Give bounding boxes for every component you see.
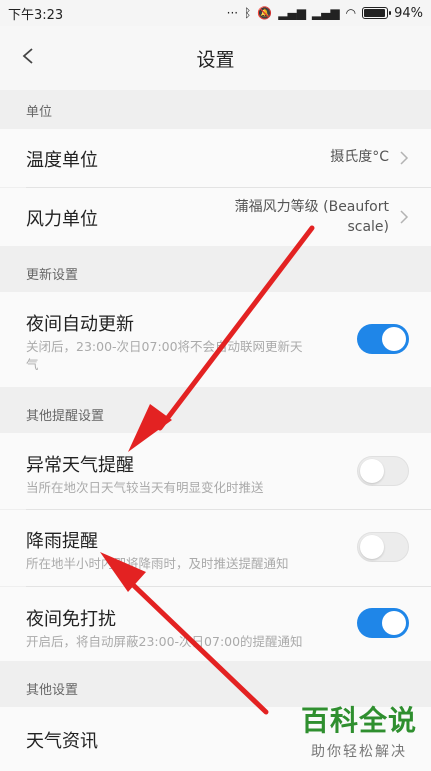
temperature-unit-value: 摄氏度°C bbox=[330, 149, 389, 165]
row-title: 天气资讯 bbox=[26, 731, 98, 752]
signal-1-icon: ▂▄▆ bbox=[278, 6, 306, 20]
rain-alert-toggle[interactable] bbox=[357, 532, 409, 562]
battery-icon bbox=[362, 7, 392, 19]
row-description: 开启后，将自动屏蔽23:00-次日07:00的提醒通知 bbox=[26, 634, 303, 649]
chevron-left-icon bbox=[22, 48, 33, 64]
page-title: 设置 bbox=[196, 48, 235, 71]
signal-2-icon: ▂▄▆ bbox=[311, 6, 340, 20]
row-rain-alert[interactable]: 降雨提醒 所在地半小时内即将降雨时，及时推送提醒通知 bbox=[0, 510, 431, 586]
toggle-knob bbox=[382, 611, 406, 635]
wind-unit-value-line2: scale) bbox=[347, 219, 389, 235]
row-wind-unit[interactable]: 风力单位 蒲福风力等级 (Beaufort scale) bbox=[0, 188, 431, 246]
row-description: 当所在地次日天气较当天有明显变化时推送 bbox=[26, 480, 264, 495]
status-time: 下午3:23 bbox=[8, 7, 64, 23]
signal-dots-icon: ··· bbox=[226, 6, 239, 20]
chevron-right-icon bbox=[400, 151, 409, 165]
row-description-line2: 气 bbox=[26, 357, 39, 372]
row-description: 关闭后，23:00-次日07:00将不会自动联网更新天 气 bbox=[26, 338, 356, 374]
mute-bell-icon: 🔕 bbox=[257, 6, 273, 20]
watermark-main: 百科全说 bbox=[300, 704, 417, 737]
night-dnd-toggle[interactable] bbox=[357, 608, 409, 638]
row-title: 风力单位 bbox=[26, 209, 98, 230]
night-update-toggle[interactable] bbox=[357, 324, 409, 354]
row-title: 夜间自动更新 bbox=[26, 314, 134, 335]
battery-text: 94% bbox=[394, 5, 423, 21]
wind-unit-value: 蒲福风力等级 (Beaufort scale) bbox=[235, 197, 389, 237]
row-description-line1: 关闭后，23:00-次日07:00将不会自动联网更新天 bbox=[26, 339, 303, 354]
row-title: 异常天气提醒 bbox=[26, 455, 134, 476]
chevron-right-icon bbox=[400, 210, 409, 224]
row-title: 温度单位 bbox=[26, 150, 98, 171]
row-night-auto-update[interactable]: 夜间自动更新 关闭后，23:00-次日07:00将不会自动联网更新天 气 bbox=[0, 292, 431, 387]
toggle-knob bbox=[382, 327, 406, 351]
watermark-sub: 助你轻松解决 bbox=[310, 744, 407, 760]
row-temperature-unit[interactable]: 温度单位 摄氏度°C bbox=[0, 129, 431, 187]
section-header-update: 更新设置 bbox=[0, 254, 431, 292]
abnormal-weather-toggle[interactable] bbox=[357, 456, 409, 486]
wind-unit-value-line1: 蒲福风力等级 (Beaufort bbox=[234, 199, 389, 215]
bluetooth-icon: ᛒ bbox=[244, 6, 252, 20]
status-icons: ··· ᛒ 🔕 ▂▄▆ ▂▄▆ ◠ 94% bbox=[227, 6, 423, 21]
section-header-alerts: 其他提醒设置 bbox=[0, 395, 431, 433]
row-description: 所在地半小时内即将降雨时，及时推送提醒通知 bbox=[26, 556, 289, 571]
toggle-knob bbox=[360, 458, 384, 483]
row-title: 夜间免打扰 bbox=[26, 609, 116, 630]
row-abnormal-weather-alert[interactable]: 异常天气提醒 当所在地次日天气较当天有明显变化时推送 bbox=[0, 433, 431, 509]
row-title: 降雨提醒 bbox=[26, 531, 98, 552]
wifi-icon: ◠ bbox=[345, 6, 357, 20]
section-header-units: 单位 bbox=[0, 91, 431, 129]
status-bar: 下午3:23 ··· ᛒ 🔕 ▂▄▆ ▂▄▆ ◠ 94% bbox=[0, 0, 431, 26]
nav-bar: 设置 bbox=[0, 26, 431, 90]
toggle-knob bbox=[360, 534, 384, 559]
back-button[interactable] bbox=[14, 42, 42, 70]
row-night-dnd[interactable]: 夜间免打扰 开启后，将自动屏蔽23:00-次日07:00的提醒通知 bbox=[0, 587, 431, 661]
watermark-logo: 百科全说 助你轻松解决 bbox=[301, 699, 417, 761]
